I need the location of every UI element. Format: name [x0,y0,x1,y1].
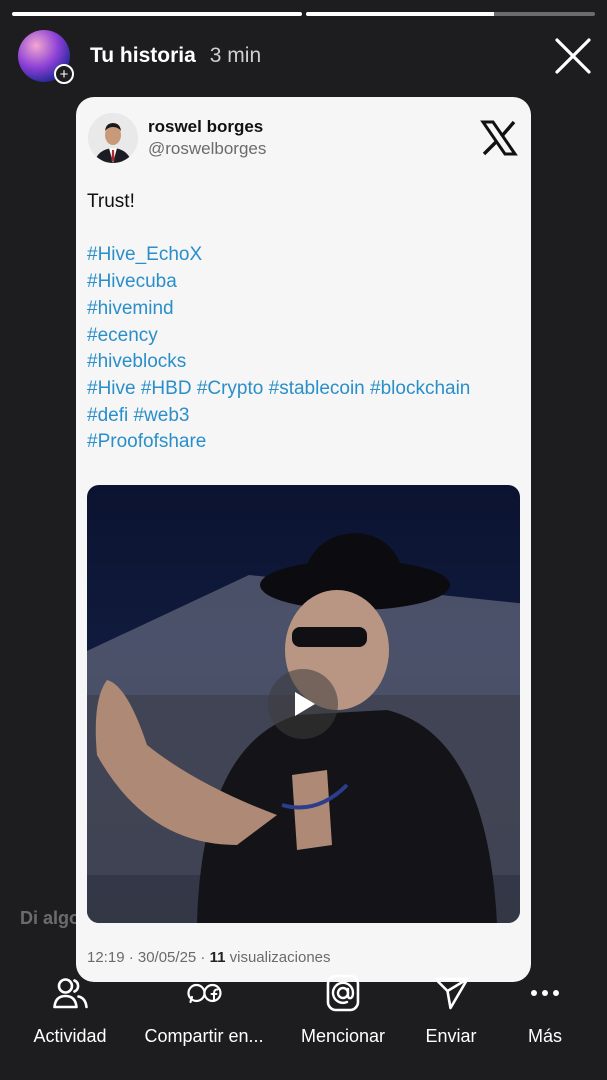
tweet-meta: 12:19 · 30/05/25 · 11 visualizaciones [87,949,331,966]
share-apps-icon [186,983,222,1004]
tweet-views-label: visualizaciones [225,949,331,966]
hashtag-line[interactable]: #Hivecuba [87,269,519,296]
more-icon [530,990,559,996]
story-timestamp: 3 min [209,44,262,67]
mention-button[interactable]: Mencionar [301,968,385,1047]
tweet-avatar [88,113,138,163]
x-logo-icon [480,120,518,156]
close-icon[interactable] [553,36,593,76]
activity-button[interactable]: Actividad [33,968,107,1047]
hashtag-line[interactable]: #defi #web3 [87,403,519,430]
tweet-hashtags: #Hive_EchoX #Hivecuba #hivemind #ecency #hiv… [87,242,519,456]
play-button[interactable] [268,669,338,739]
send-icon [433,977,469,1010]
story-username[interactable]: Tu historia [90,44,196,68]
tweet-card[interactable]: roswel borges @roswelborges Trust! #Hive… [76,97,531,982]
hashtag-line[interactable]: #Hive #HBD #Crypto #stablecoin #blockcha… [87,376,519,403]
tweet-views-count: 11 [209,949,226,966]
activity-label: Actividad [33,1026,107,1046]
hashtag-line[interactable]: #ecency [87,323,519,350]
story-header: + Tu historia 3 min [18,28,593,84]
hashtag-line[interactable]: #Hive_EchoX [87,242,519,269]
mention-label: Mencionar [300,1026,386,1046]
play-icon [295,692,315,716]
hashtag-line[interactable]: #hivemind [87,296,519,323]
story-progress-segment-1 [12,12,302,16]
mention-icon [326,974,360,1012]
more-button[interactable]: Más [528,968,562,1047]
tweet-video[interactable] [87,485,520,923]
story-actions-bar: Actividad Compartir en... Mencionar Envi… [0,968,607,1068]
share-to-button[interactable]: Compartir en... [144,968,264,1047]
story-progress [12,12,595,16]
hashtag-line[interactable]: #Proofofshare [87,429,519,456]
send-label: Enviar [425,1026,477,1046]
tweet-datetime: 12:19 · 30/05/25 · [87,949,210,966]
tweet-header: roswel borges @roswelborges [88,111,519,165]
tweet-message: Trust! [87,191,135,212]
tweet-text: Trust! #Hive_EchoX #Hivecuba #hivemind #ece… [87,189,519,456]
story-progress-segment-2 [305,12,595,16]
hashtag-line[interactable]: #hiveblocks [87,349,519,376]
add-story-icon[interactable]: + [54,64,74,84]
send-button[interactable]: Enviar [425,968,477,1047]
share-to-label: Compartir en... [144,1026,264,1046]
tweet-author-handle: @roswelborges [148,139,267,158]
tweet-author-name: roswel borges [148,117,264,136]
avatar[interactable]: + [18,30,74,84]
people-icon [52,978,88,1009]
more-label: Más [527,1026,563,1046]
